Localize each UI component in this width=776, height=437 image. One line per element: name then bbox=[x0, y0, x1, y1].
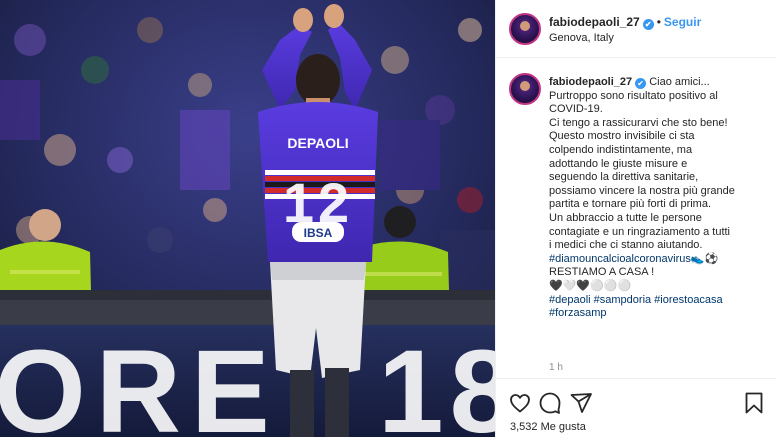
post-image: ORE 18 DEPAOLI 12 IBSA bbox=[0, 0, 495, 437]
instagram-post: ORE 18 DEPAOLI 12 IBSA fabiodepaoli_27 ✔… bbox=[0, 0, 776, 437]
caption-line: COVID-19. bbox=[549, 103, 603, 116]
caption-line: adottando le giuste misure e bbox=[549, 157, 688, 170]
caption-username-link[interactable]: fabiodepaoli_27 bbox=[549, 76, 632, 88]
likes-count[interactable]: 3,532 Me gusta bbox=[510, 421, 586, 433]
post-header: fabiodepaoli_27 ✔ • Seguir Genova, Italy bbox=[496, 0, 776, 58]
hashtag-link[interactable]: #depaoli #sampdoria #iorestoacasa bbox=[549, 294, 774, 308]
led-board-text-left: ORE bbox=[0, 326, 280, 437]
caption-time[interactable]: 1 h bbox=[549, 362, 563, 373]
username-link[interactable]: fabiodepaoli_27 bbox=[549, 15, 640, 29]
avatar[interactable] bbox=[509, 13, 541, 45]
caption-emoji: 🖤🤍🖤⚪⚪⚪ bbox=[549, 279, 632, 292]
caption-verified-badge-icon: ✔ bbox=[635, 78, 647, 89]
caption-line: partita e tornare più forti di prima. bbox=[549, 198, 712, 211]
caption-avatar[interactable] bbox=[509, 73, 541, 105]
caption-shout: RESTIAMO A CASA ! bbox=[549, 266, 655, 279]
location-link[interactable]: Genova, Italy bbox=[549, 32, 614, 44]
caption-line: Un abbraccio a tutte le persone bbox=[549, 211, 702, 224]
caption-line: Questo mostro invisibile ci sta bbox=[549, 130, 695, 143]
caption-line: possiamo vincere la nostra più grande bbox=[549, 184, 735, 197]
caption-line: contagiate e un ringraziamento a tutti bbox=[549, 225, 731, 238]
caption-line: Ciao amici... bbox=[649, 76, 710, 88]
jersey-sponsor: IBSA bbox=[304, 226, 333, 240]
separator-dot: • bbox=[656, 15, 661, 29]
header-line: fabiodepaoli_27 ✔ • Seguir bbox=[549, 15, 701, 30]
post-side-panel: fabiodepaoli_27 ✔ • Seguir Genova, Italy fa… bbox=[495, 0, 776, 437]
caption-line: Ci tengo a rassicurarvi che sto bene! bbox=[549, 116, 728, 129]
bookmark-icon[interactable] bbox=[742, 391, 766, 415]
caption-line: i medici che ci stanno aiutando. bbox=[549, 239, 703, 252]
verified-badge-icon: ✔ bbox=[642, 19, 654, 30]
heart-icon[interactable] bbox=[508, 391, 532, 415]
hashtag-link[interactable]: #diamouncalcioalcoronavirus👟⚽ bbox=[549, 253, 774, 267]
share-icon[interactable] bbox=[569, 391, 593, 415]
jersey-name: DEPAOLI bbox=[287, 135, 348, 151]
caption-text: fabiodepaoli_27 ✔ Ciao amici... Purtroppo… bbox=[549, 76, 774, 321]
caption-line: seguendo la direttiva sanitarie, bbox=[549, 171, 699, 184]
hashtag-link[interactable]: #forzasamp bbox=[549, 307, 774, 321]
caption-comment: fabiodepaoli_27 ✔ Ciao amici... Purtroppo… bbox=[496, 59, 776, 377]
follow-button[interactable]: Seguir bbox=[664, 15, 701, 29]
comment-icon[interactable] bbox=[538, 391, 562, 415]
led-board-text-right: 18 bbox=[378, 326, 495, 437]
caption-line: colpendo indistintamente, ma bbox=[549, 143, 693, 156]
post-photo[interactable]: ORE 18 DEPAOLI 12 IBSA bbox=[0, 0, 495, 437]
caption-line: Purtroppo sono risultato positivo al bbox=[549, 89, 718, 102]
action-bar: 3,532 Me gusta bbox=[496, 378, 776, 437]
